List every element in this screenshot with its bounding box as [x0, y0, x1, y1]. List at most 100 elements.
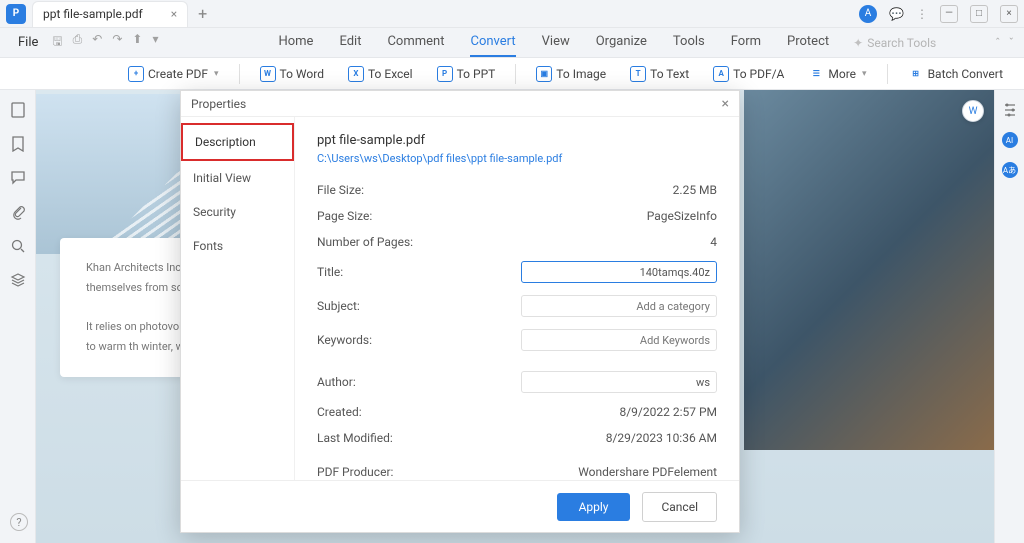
collapse-ribbon-icon[interactable]: ˆ	[995, 36, 1001, 50]
dialog-close-icon[interactable]: ×	[722, 96, 729, 112]
word-icon: W	[260, 66, 276, 82]
menu-form[interactable]: Form	[731, 28, 761, 57]
to-excel-button[interactable]: XTo Excel	[340, 62, 421, 86]
pdfa-icon: A	[713, 66, 729, 82]
chevron-down-icon[interactable]: ▾	[152, 32, 158, 53]
value-producer: Wondershare PDFelement	[578, 465, 717, 479]
app-icon: P	[6, 4, 26, 24]
label-modified: Last Modified:	[317, 431, 447, 445]
menu-view[interactable]: View	[542, 28, 570, 57]
tab-title: ppt file-sample.pdf	[43, 7, 143, 21]
file-name: ppt file-sample.pdf	[317, 133, 717, 148]
comment-icon[interactable]	[10, 170, 26, 186]
label-author: Author:	[317, 375, 447, 389]
to-text-button[interactable]: TTo Text	[622, 62, 697, 86]
print-icon[interactable]: ⎙	[73, 32, 83, 53]
menu-organize[interactable]: Organize	[596, 28, 647, 57]
menu-protect[interactable]: Protect	[787, 28, 829, 57]
tab-fonts[interactable]: Fonts	[181, 229, 294, 263]
keywords-input[interactable]	[521, 329, 717, 351]
menu-convert[interactable]: Convert	[470, 28, 515, 57]
menu-home[interactable]: Home	[278, 28, 313, 57]
ppt-icon: P	[437, 66, 453, 82]
dialog-content: ppt file-sample.pdf C:\Users\ws\Desktop\…	[295, 117, 739, 480]
ai-assistant-icon[interactable]: AI	[1002, 132, 1018, 148]
image-icon: ▣	[536, 66, 552, 82]
to-image-button[interactable]: ▣To Image	[528, 62, 614, 86]
main-menu: Home Edit Comment Convert View Organize …	[278, 28, 829, 57]
label-created: Created:	[317, 405, 447, 419]
title-input[interactable]	[521, 261, 717, 283]
to-word-button[interactable]: WTo Word	[252, 62, 332, 86]
save-icon[interactable]: 🖫	[52, 32, 62, 53]
tab-security[interactable]: Security	[181, 195, 294, 229]
dialog-footer: Apply Cancel	[181, 480, 739, 532]
menu-edit[interactable]: Edit	[339, 28, 361, 57]
search-icon[interactable]	[10, 238, 26, 254]
file-menu[interactable]: File	[10, 31, 46, 54]
ribbon: +Create PDF▾ WTo Word XTo Excel PTo PPT …	[0, 58, 1024, 90]
tab-description[interactable]: Description	[181, 123, 294, 161]
close-window-button[interactable]: ×	[1000, 5, 1018, 23]
value-created: 8/9/2022 2:57 PM	[619, 405, 717, 419]
menubar: File 🖫 ⎙ ↶ ↷ ⬆ ▾ Home Edit Comment Conve…	[0, 28, 1024, 58]
to-ppt-button[interactable]: PTo PPT	[429, 62, 504, 86]
label-subject: Subject:	[317, 299, 447, 313]
more-button[interactable]: ☰More▾	[800, 62, 874, 86]
floating-word-icon[interactable]: W	[962, 100, 984, 122]
titlebar: P ppt file-sample.pdf × + A 💬 ⋮ — □ ×	[0, 0, 1024, 28]
create-pdf-button[interactable]: +Create PDF▾	[120, 62, 227, 86]
close-tab-icon[interactable]: ×	[171, 7, 177, 21]
subject-input[interactable]	[521, 295, 717, 317]
thumbnail-icon[interactable]	[10, 102, 26, 118]
left-rail	[0, 90, 36, 543]
dialog-title: Properties	[191, 97, 246, 111]
chat-icon[interactable]: 💬	[889, 7, 904, 21]
label-keywords: Keywords:	[317, 333, 447, 347]
bookmark-icon[interactable]	[10, 136, 26, 152]
label-producer: PDF Producer:	[317, 465, 447, 479]
properties-dialog: Properties × Description Initial View Se…	[180, 90, 740, 533]
wand-icon: ✦	[853, 36, 863, 50]
to-pdfa-button[interactable]: ATo PDF/A	[705, 62, 792, 86]
excel-icon: X	[348, 66, 364, 82]
redo-icon[interactable]: ↷	[112, 32, 122, 53]
value-file-size: 2.25 MB	[673, 183, 717, 197]
sliders-icon[interactable]	[1002, 102, 1018, 118]
quick-access-toolbar: 🖫 ⎙ ↶ ↷ ⬆ ▾	[52, 32, 158, 53]
author-input[interactable]	[521, 371, 717, 393]
user-avatar-icon[interactable]: A	[859, 5, 877, 23]
apply-button[interactable]: Apply	[557, 493, 631, 521]
more-icon: ☰	[808, 66, 824, 82]
maximize-button[interactable]: □	[970, 5, 988, 23]
share-icon[interactable]: ⬆	[132, 32, 142, 53]
label-file-size: File Size:	[317, 183, 447, 197]
label-title: Title:	[317, 265, 447, 279]
file-path[interactable]: C:\Users\ws\Desktop\pdf files\ppt file-s…	[317, 152, 717, 165]
settings-chevron-icon[interactable]: ˇ	[1009, 36, 1014, 50]
attachment-icon[interactable]	[10, 204, 26, 220]
document-tab[interactable]: ppt file-sample.pdf ×	[32, 1, 188, 27]
translate-icon[interactable]: Aあ	[1002, 162, 1018, 178]
search-tools-label: Search Tools	[867, 36, 936, 50]
help-icon[interactable]: ?	[10, 513, 28, 531]
cancel-button[interactable]: Cancel	[642, 492, 717, 522]
dialog-sidebar: Description Initial View Security Fonts	[181, 117, 295, 480]
minimize-button[interactable]: —	[940, 5, 958, 23]
new-tab-button[interactable]: +	[198, 4, 207, 23]
label-page-size: Page Size:	[317, 209, 447, 223]
layers-icon[interactable]	[10, 272, 26, 288]
value-num-pages: 4	[710, 235, 717, 249]
batch-icon: ⊞	[908, 66, 924, 82]
menu-comment[interactable]: Comment	[387, 28, 444, 57]
undo-icon[interactable]: ↶	[92, 32, 102, 53]
right-rail: AI Aあ	[994, 90, 1024, 543]
value-page-size: PageSizeInfo	[647, 209, 717, 223]
search-tools[interactable]: ✦ Search Tools	[853, 36, 936, 50]
menu-tools[interactable]: Tools	[673, 28, 705, 57]
label-num-pages: Number of Pages:	[317, 235, 447, 249]
tab-initial-view[interactable]: Initial View	[181, 161, 294, 195]
kebab-menu-icon[interactable]: ⋮	[916, 7, 928, 21]
dialog-titlebar: Properties ×	[181, 91, 739, 117]
batch-convert-button[interactable]: ⊞Batch Convert	[900, 62, 1011, 86]
